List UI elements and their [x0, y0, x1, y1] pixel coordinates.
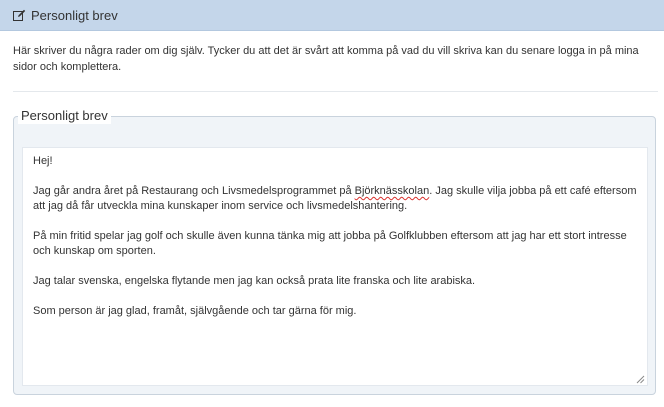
letter-fieldset: Personligt brev Hej! Jag går andra året … [13, 108, 656, 395]
intro-text: Här skriver du några rader om dig själv.… [13, 45, 639, 73]
misspelled-word[interactable]: Björknässkolan [355, 185, 430, 197]
resize-handle-icon[interactable] [636, 374, 645, 384]
letter-paragraph-1-start: Jag går andra året på Restaurang och Liv… [33, 185, 355, 197]
letter-paragraph-3: Jag talar svenska, engelska flytande men… [33, 275, 476, 287]
divider [13, 91, 658, 92]
letter-paragraph-2: På min fritid spelar jag golf och skulle… [33, 230, 630, 257]
edit-icon [13, 9, 26, 22]
panel-header: Personligt brev [0, 0, 664, 31]
letter-paragraph-4: Som person är jag glad, framåt, självgåe… [33, 305, 357, 317]
letter-textarea[interactable]: Hej! Jag går andra året på Restaurang oc… [22, 147, 648, 386]
letter-paragraph-1: Jag går andra året på Restaurang och Liv… [33, 184, 637, 214]
panel-title: Personligt brev [31, 7, 118, 23]
letter-legend: Personligt brev [18, 108, 111, 124]
page: Personligt brev Här skriver du några rad… [0, 0, 664, 407]
letter-greeting: Hej! [33, 155, 53, 167]
